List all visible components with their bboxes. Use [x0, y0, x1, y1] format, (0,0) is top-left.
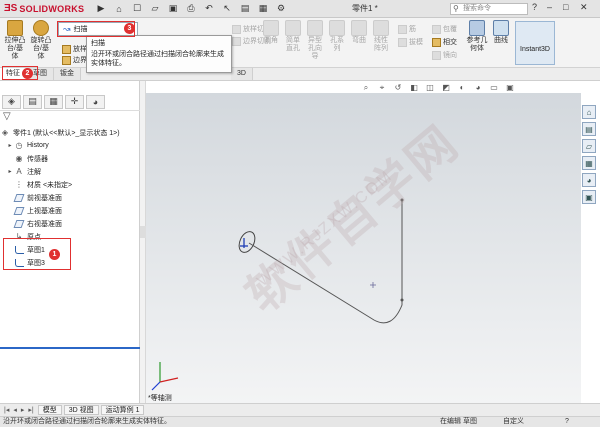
triad-z-axis — [151, 381, 161, 391]
status-units[interactable]: 自定义 — [503, 417, 524, 427]
tab-3d-views[interactable]: 3D 视图 — [63, 405, 99, 415]
last-tab-arrow-icon[interactable]: ▸| — [28, 406, 33, 414]
annotation-badge-3: 3 — [124, 23, 135, 34]
view-orientation-label: *等轴测 — [148, 395, 172, 402]
annotation-badge-1: 1 — [49, 249, 60, 260]
tab-motion-study[interactable]: 运动算例 1 — [100, 405, 145, 415]
tooltip-title: 扫描 — [91, 40, 105, 47]
view-palette-icon[interactable]: ▦ — [582, 156, 596, 170]
solidworks-resources-icon[interactable]: ⌂ — [582, 105, 596, 119]
status-message: 沿开环或闭合路径通过扫描闭合轮廓来生成实体特征。 — [3, 418, 171, 425]
status-edit-state: 在编辑 草图 — [440, 418, 477, 425]
triad-x-axis — [159, 377, 179, 383]
tooltip-description: 沿开环或闭合路径通过扫描闭合轮廓来生成实体特征。 — [91, 51, 224, 67]
first-tab-arrow-icon[interactable]: |◂ — [4, 406, 9, 414]
design-library-icon[interactable]: ▤ — [582, 122, 596, 136]
prev-tab-arrow-icon[interactable]: ◂ — [13, 406, 17, 414]
status-help-icon[interactable]: ? — [565, 417, 569, 427]
highlight-sketches — [3, 238, 71, 270]
next-tab-arrow-icon[interactable]: ▸ — [21, 406, 25, 414]
task-pane-tabs: ⌂ ▤ ▱ ▦ ◕ ▣ — [582, 105, 598, 215]
sweep-tooltip: 扫描 沿开环或闭合路径通过扫描闭合轮廓来生成实体特征。 — [86, 35, 232, 73]
status-bar: 沿开环或闭合路径通过扫描闭合轮廓来生成实体特征。 在编辑 草图 自定义 ? — [0, 416, 600, 427]
path-tangent-point[interactable] — [400, 298, 404, 302]
annotation-badge-2: 2 — [22, 68, 33, 79]
tab-model[interactable]: 模型 — [37, 405, 62, 415]
appearances-icon[interactable]: ◕ — [582, 173, 596, 187]
custom-properties-icon[interactable]: ▣ — [582, 190, 596, 204]
file-explorer-icon[interactable]: ▱ — [582, 139, 596, 153]
bottom-tabs: |◂ ◂ ▸ ▸| 模型 3D 视图 运动算例 1 — [0, 403, 600, 416]
solidworks-window: ƎS SOLIDWORKS ▶ ⌂ ☐ ▱ ▣ ⎙ ↶ ↖ ▤ ▦ ⚙ 零件1 … — [0, 0, 600, 427]
